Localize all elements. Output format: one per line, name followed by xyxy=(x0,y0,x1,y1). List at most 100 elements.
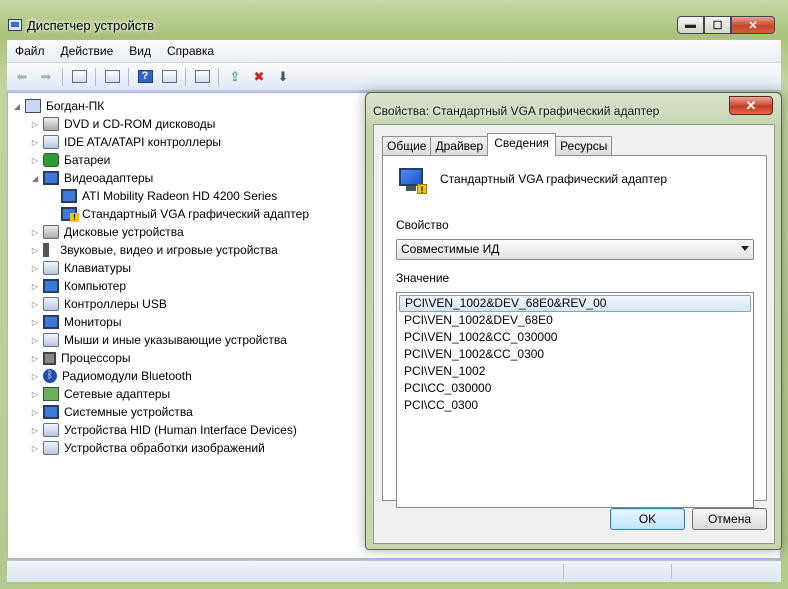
value-item[interactable]: PCI\VEN_1002&DEV_68E0 xyxy=(399,312,751,329)
expand-arrow-icon[interactable]: ▷ xyxy=(30,246,40,255)
expand-arrow-icon[interactable]: ▷ xyxy=(30,120,40,129)
action-pane-icon[interactable] xyxy=(159,67,179,87)
properties-dialog: Свойства: Стандартный VGA графический ад… xyxy=(365,92,782,550)
dialog-close-button[interactable]: ✕ xyxy=(729,96,773,115)
tab-resources[interactable]: Ресурсы xyxy=(555,136,613,156)
menu-help[interactable]: Справка xyxy=(159,44,222,58)
menu-view[interactable]: Вид xyxy=(121,44,159,58)
tree-item[interactable]: ▷ Процессоры xyxy=(30,349,309,367)
tree-item[interactable]: ▷ Компьютер xyxy=(30,277,309,295)
tab-details[interactable]: Сведения xyxy=(487,133,557,156)
expand-arrow-icon[interactable]: ▷ xyxy=(30,228,40,237)
tab-general[interactable]: Общие xyxy=(382,136,432,156)
tree-item-label: Контроллеры USB xyxy=(64,297,167,311)
hid-icon xyxy=(43,423,59,437)
ok-button[interactable]: OK xyxy=(610,508,685,530)
value-item[interactable]: PCI\CC_0300 xyxy=(399,397,751,414)
status-cell xyxy=(671,564,672,579)
expand-arrow-icon[interactable]: ▷ xyxy=(30,354,40,363)
tree-item-label: Устройства обработки изображений xyxy=(64,441,265,455)
value-item[interactable]: PCI\CC_030000 xyxy=(399,380,751,397)
display-adapter-icon xyxy=(61,189,77,203)
disable-icon[interactable]: ⬇ xyxy=(273,67,293,87)
properties-icon[interactable] xyxy=(102,67,122,87)
expand-arrow-icon[interactable]: ▷ xyxy=(30,390,40,399)
toolbar-separator xyxy=(185,67,186,86)
forward-arrow-icon[interactable]: ➡ xyxy=(36,67,56,87)
close-button[interactable]: ✕ xyxy=(731,16,775,34)
bluetooth-icon: ᛒ xyxy=(43,369,57,383)
tree-item[interactable]: ▷ IDE ATA/ATAPI контроллеры xyxy=(30,133,309,151)
scan-hardware-icon[interactable] xyxy=(192,67,212,87)
expand-arrow-icon[interactable]: ▷ xyxy=(30,264,40,273)
tree-item[interactable]: ▷ DVD и CD-ROM дисководы xyxy=(30,115,309,133)
value-item[interactable]: PCI\VEN_1002&DEV_68E0&REV_00 xyxy=(399,295,751,312)
disk-drive-icon xyxy=(43,225,59,239)
value-list[interactable]: PCI\VEN_1002&DEV_68E0&REV_00 PCI\VEN_100… xyxy=(396,292,754,508)
tree-item[interactable]: ▷ Системные устройства xyxy=(30,403,309,421)
tree-item-label: Батареи xyxy=(64,153,111,167)
tree-item-label: Устройства HID (Human Interface Devices) xyxy=(64,423,297,437)
mouse-icon xyxy=(43,333,59,347)
tree-item-label: DVD и CD-ROM дисководы xyxy=(64,117,216,131)
tree-item[interactable]: ◢ Видеоадаптеры xyxy=(30,169,309,187)
dialog-body: Общие Драйвер Сведения Ресурсы ! Стандар… xyxy=(373,124,775,544)
ide-controller-icon xyxy=(43,135,59,149)
tree-item[interactable]: ▷ Мониторы xyxy=(30,313,309,331)
tree-item-label: Стандартный VGA графический адаптер xyxy=(82,207,309,221)
tree-item-label: Процессоры xyxy=(61,351,131,365)
expand-arrow-icon[interactable]: ▷ xyxy=(30,426,40,435)
tree-child-item[interactable]: ATI Mobility Radeon HD 4200 Series xyxy=(48,187,309,205)
back-arrow-icon[interactable]: ⬅ xyxy=(12,67,32,87)
expand-arrow-icon[interactable]: ▷ xyxy=(30,300,40,309)
expand-arrow-icon[interactable]: ▷ xyxy=(30,336,40,345)
property-label: Свойство xyxy=(396,218,449,232)
display-adapter-icon xyxy=(43,171,59,185)
expand-arrow-icon[interactable]: ▷ xyxy=(30,408,40,417)
value-label: Значение xyxy=(396,271,450,285)
tree-item[interactable]: ▷ Сетевые адаптеры xyxy=(30,385,309,403)
menu-file[interactable]: Файл xyxy=(7,44,53,58)
collapse-arrow-icon[interactable]: ◢ xyxy=(30,174,40,183)
tree-item-label: Клавиатуры xyxy=(64,261,131,275)
expand-arrow-icon[interactable]: ▷ xyxy=(30,318,40,327)
tree-item[interactable]: ▷ Мыши и иные указывающие устройства xyxy=(30,331,309,349)
tab-driver[interactable]: Драйвер xyxy=(430,136,489,156)
tree-item[interactable]: ▷ Клавиатуры xyxy=(30,259,309,277)
value-item[interactable]: PCI\VEN_1002&CC_0300 xyxy=(399,346,751,363)
tree-item[interactable]: ▷ Батареи xyxy=(30,151,309,169)
show-hide-console-tree-icon[interactable] xyxy=(69,67,89,87)
expand-arrow-icon[interactable]: ▷ xyxy=(30,138,40,147)
tree-child-item[interactable]: Стандартный VGA графический адаптер xyxy=(48,205,309,223)
tree-item[interactable]: ▷ Устройства обработки изображений xyxy=(30,439,309,457)
toolbar-separator xyxy=(62,67,63,86)
tree-root[interactable]: ◢ Богдан-ПК xyxy=(12,97,309,115)
expand-arrow-icon[interactable]: ▷ xyxy=(30,372,40,381)
tree-item[interactable]: ▷ ᛒ Радиомодули Bluetooth xyxy=(30,367,309,385)
property-select[interactable]: Совместимые ИД xyxy=(396,239,754,260)
tree-item[interactable]: ▷ Устройства HID (Human Interface Devices… xyxy=(30,421,309,439)
value-item[interactable]: PCI\VEN_1002&CC_030000 xyxy=(399,329,751,346)
keyboard-icon xyxy=(43,261,59,275)
minimize-button[interactable]: ▬ xyxy=(677,16,704,34)
menu-bar: Файл Действие Вид Справка xyxy=(7,40,781,63)
expand-arrow-icon[interactable]: ▷ xyxy=(30,156,40,165)
expand-arrow-icon[interactable]: ▷ xyxy=(30,282,40,291)
title-bar: Диспетчер устройств ▬ ☐ ✕ xyxy=(0,8,788,38)
uninstall-icon[interactable]: ✖ xyxy=(249,67,269,87)
computer-icon xyxy=(25,99,41,113)
update-driver-icon[interactable]: ⇪ xyxy=(225,67,245,87)
maximize-button[interactable]: ☐ xyxy=(704,16,731,34)
tab-strip: Общие Драйвер Сведения Ресурсы xyxy=(382,133,613,156)
expand-arrow-icon[interactable]: ▷ xyxy=(30,444,40,453)
tree-item[interactable]: ▷ Звуковые, видео и игровые устройства xyxy=(30,241,309,259)
help-icon[interactable]: ? xyxy=(135,67,155,87)
tree-item[interactable]: ▷ Контроллеры USB xyxy=(30,295,309,313)
collapse-arrow-icon[interactable]: ◢ xyxy=(12,102,22,111)
tree-item-label: Радиомодули Bluetooth xyxy=(62,369,192,383)
tree-item[interactable]: ▷ Дисковые устройства xyxy=(30,223,309,241)
cancel-button[interactable]: Отмена xyxy=(692,508,767,530)
value-item[interactable]: PCI\VEN_1002 xyxy=(399,363,751,380)
sound-icon xyxy=(43,243,55,257)
menu-action[interactable]: Действие xyxy=(53,44,122,58)
